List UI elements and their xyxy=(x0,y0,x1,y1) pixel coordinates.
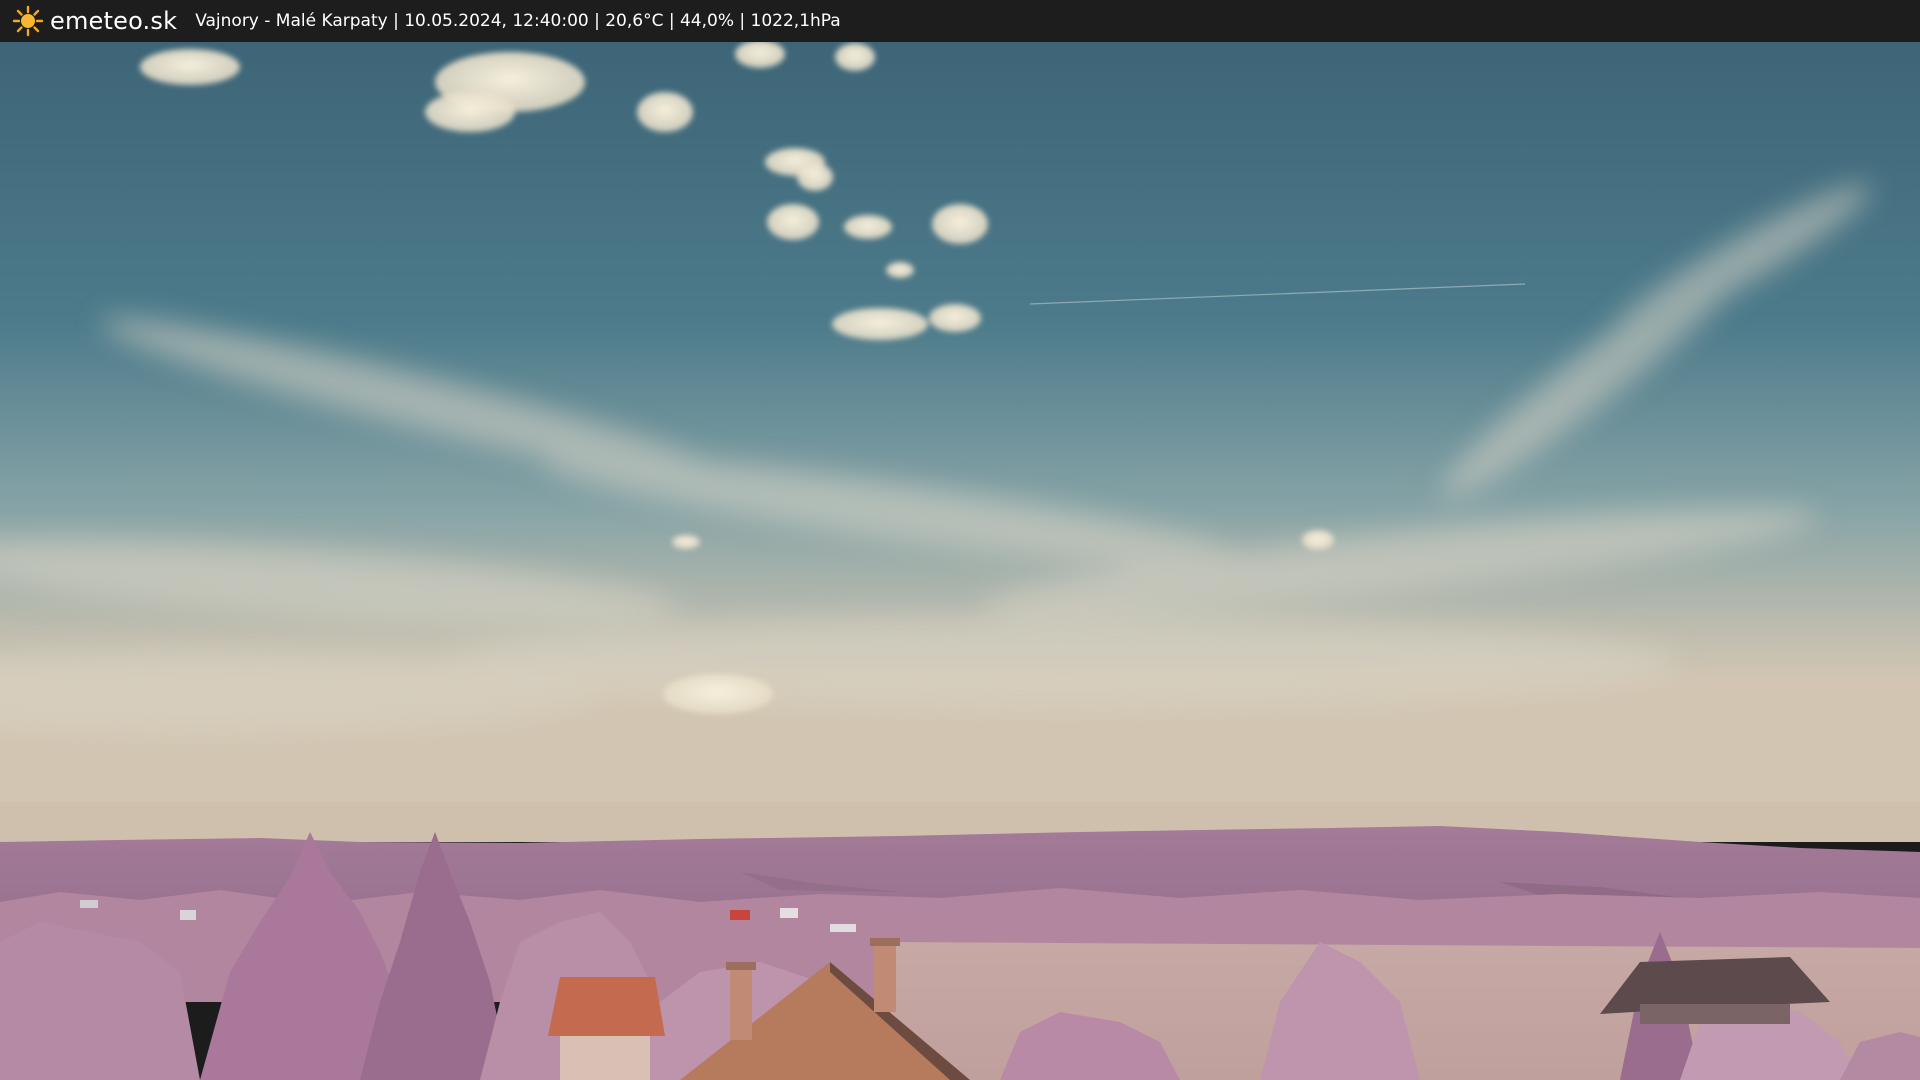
station-caption: Vajnory - Malé Karpaty | 10.05.2024, 12:… xyxy=(195,11,841,31)
webcam-frame: emeteo.sk Vajnory - Malé Karpaty | 10.05… xyxy=(0,0,1920,1080)
webcam-caption-bar: emeteo.sk Vajnory - Malé Karpaty | 10.05… xyxy=(0,0,1920,42)
house-left xyxy=(548,977,665,1080)
brand-name: emeteo.sk xyxy=(50,7,178,35)
webcam-image xyxy=(0,42,1920,1080)
sun-icon xyxy=(12,5,44,37)
emeteo-logo[interactable]: emeteo.sk xyxy=(12,5,177,37)
